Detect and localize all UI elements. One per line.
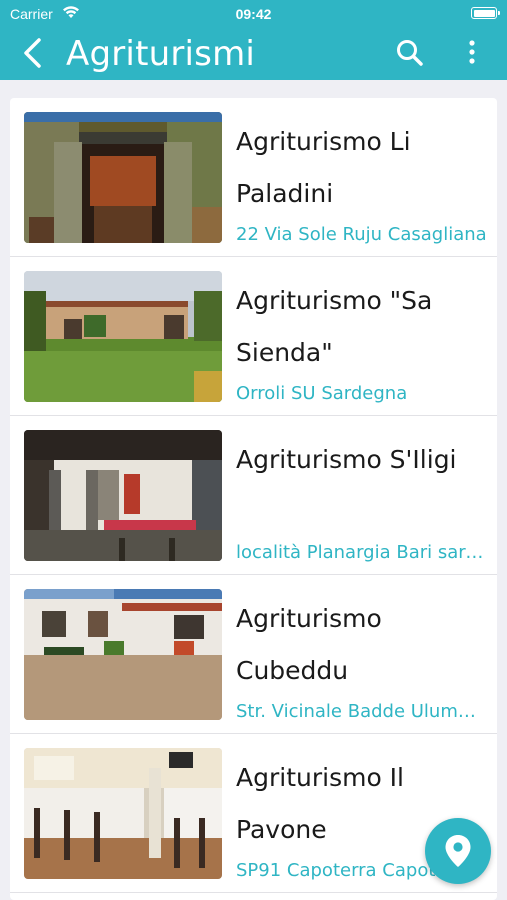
app-header: Carrier 09:42 Agriturismi — [0, 0, 507, 80]
list-item[interactable]: Agriturismo Cubeddu Str. Vicinale Badde … — [10, 575, 497, 734]
list-item[interactable]: Agriturismo "Sa Sienda" Orroli SU Sardeg… — [10, 257, 497, 416]
item-name: Agriturismo Li Paladini — [236, 127, 411, 208]
clock: 09:42 — [235, 6, 272, 22]
agriturismi-list: Agriturismo Li Paladini 22 Via Sole Ruju… — [10, 98, 497, 900]
battery-icon — [471, 7, 500, 19]
status-bar: Carrier 09:42 — [0, 0, 507, 28]
item-name: Agriturismo S'Iligi — [236, 445, 457, 474]
item-address: 22 Via Sole Ruju Casagliana — [236, 224, 487, 245]
item-address: Orroli SU Sardegna — [236, 383, 408, 404]
item-address: località Planargia Bari sardo — [236, 542, 487, 563]
list-item[interactable]: Agriturismo S'Iligi località Planargia B… — [10, 416, 497, 575]
item-name: Agriturismo "Sa Sienda" — [236, 286, 433, 367]
item-address: Str. Vicinale Badde Ulumu Olbia — [236, 701, 487, 722]
item-name: Agriturismo Cubeddu — [236, 604, 382, 685]
thumbnail-image — [24, 430, 222, 561]
map-button[interactable] — [425, 818, 491, 884]
map-pin-icon — [445, 835, 471, 867]
search-icon[interactable] — [395, 38, 425, 68]
thumbnail-image — [24, 271, 222, 402]
thumbnail-image — [24, 112, 222, 243]
more-vertical-icon[interactable] — [460, 38, 484, 68]
list-item[interactable]: Agriturismo Li Paladini 22 Via Sole Ruju… — [10, 98, 497, 257]
page-title: Agriturismi — [66, 34, 256, 74]
back-chevron-icon[interactable] — [18, 36, 48, 70]
thumbnail-image — [24, 748, 222, 879]
thumbnail-image — [24, 589, 222, 720]
list-item[interactable]: Agriturismo Il Pavone SP91 Capoterra Cap… — [10, 734, 497, 893]
